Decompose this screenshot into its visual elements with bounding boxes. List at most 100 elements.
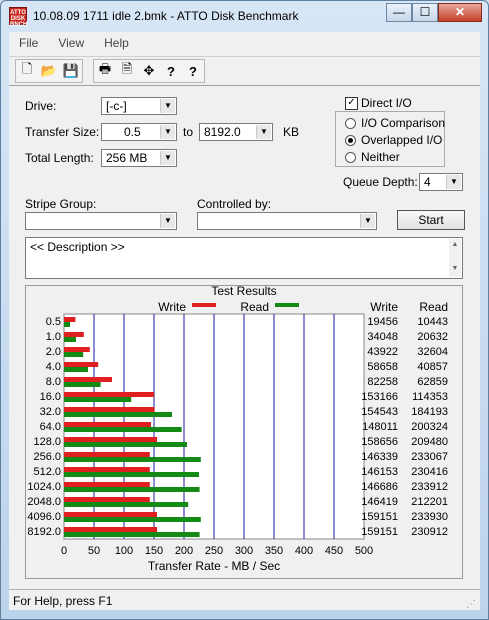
maximize-button[interactable]: ☐ (412, 3, 438, 22)
io-comparison-radio[interactable] (345, 118, 356, 129)
test-results-panel: Test Results Write Read Write Read 0 50 10… (25, 285, 463, 579)
transfer-size-from-select[interactable]: 0.5 ▼ (101, 123, 177, 141)
description-scrollbar[interactable]: ▲ ▼ (449, 239, 461, 277)
write-bar (64, 362, 99, 367)
read-bar (64, 502, 189, 507)
open-folder-icon[interactable]: 📂 (38, 60, 60, 82)
menu-view[interactable]: View (48, 32, 94, 54)
total-length-select[interactable]: 256 MB ▼ (101, 149, 177, 167)
write-value: 82258 (367, 376, 398, 388)
write-bar (64, 377, 112, 382)
x-tick-label: 300 (235, 545, 253, 557)
title-bar[interactable]: ATTO DISK BNCH 10.08.09 1711 idle 2.bmk - … (1, 1, 488, 31)
read-value: 184193 (411, 406, 448, 418)
read-value: 62859 (417, 376, 448, 388)
y-tick-label: 128.0 (33, 436, 61, 448)
total-length-label: Total Length: (25, 151, 94, 165)
y-tick-label: 16.0 (40, 391, 61, 403)
neither-radio[interactable] (345, 152, 356, 163)
transfer-size-to-value: 8192.0 (204, 125, 241, 139)
write-value: 159151 (361, 526, 398, 538)
menu-bar: File View Help (9, 32, 480, 54)
overlapped-io-label: Overlapped I/O (361, 133, 443, 147)
client-area: File View Help 🗋 📂 💾 🖶 🗎 ✥ ? ? Drive: [-… (9, 32, 480, 610)
save-icon[interactable]: 💾 (60, 60, 82, 82)
atto-app-icon[interactable]: ATTO DISK BNCH (9, 7, 27, 28)
transfer-size-to-select[interactable]: 8192.0 ▼ (199, 123, 273, 141)
drive-label: Drive: (25, 99, 57, 113)
chevron-down-icon[interactable]: ▼ (360, 214, 375, 228)
context-help-icon[interactable]: ? (182, 60, 204, 82)
legend-write-swatch (192, 303, 216, 307)
menu-file[interactable]: File (9, 32, 48, 54)
new-file-icon[interactable]: 🗋 (16, 60, 38, 82)
write-bar (64, 332, 84, 337)
print-icon[interactable]: 🖶 (94, 60, 116, 82)
legend-read-label: Read (240, 300, 269, 314)
read-bar (64, 472, 199, 477)
chevron-down-icon[interactable]: ▼ (160, 99, 175, 113)
drive-value: [-c-] (106, 99, 127, 113)
minimize-button[interactable]: — (386, 3, 412, 22)
transfer-size-label: Transfer Size: (25, 125, 100, 139)
write-bar (64, 317, 76, 322)
chevron-down-icon[interactable]: ▼ (446, 175, 461, 189)
x-tick-label: 200 (175, 545, 193, 557)
start-button[interactable]: Start (397, 210, 465, 230)
read-value: 233912 (411, 481, 448, 493)
y-tick-label: 2048.0 (27, 496, 61, 508)
queue-depth-value: 4 (424, 175, 431, 189)
total-length-value: 256 MB (106, 151, 148, 165)
chevron-down-icon[interactable]: ▼ (160, 125, 175, 139)
io-comparison-label: I/O Comparison (361, 116, 446, 130)
x-axis-label: Transfer Rate - MB / Sec (148, 559, 280, 573)
write-value: 148011 (362, 421, 398, 433)
read-bar (64, 382, 101, 387)
overlapped-io-radio[interactable] (345, 135, 356, 146)
write-value: 159151 (361, 511, 398, 523)
chevron-down-icon[interactable]: ▼ (160, 151, 175, 165)
resize-grip-icon[interactable]: ⋰ (466, 599, 476, 610)
write-bar (64, 512, 157, 517)
direct-io-checkbox[interactable]: ✓ (345, 97, 358, 110)
benchmark-panel: Drive: [-c-] ▼ Transfer Size: 0.5 ▼ to 8… (17, 87, 467, 603)
x-tick-label: 500 (355, 545, 373, 557)
legend-write-label: Write (158, 300, 186, 314)
unit-label: KB (283, 125, 300, 139)
read-bar (64, 487, 200, 492)
stripe-group-select[interactable]: ▼ (25, 212, 177, 230)
y-tick-label: 512.0 (33, 466, 61, 478)
write-value: 146419 (361, 496, 398, 508)
print-preview-icon[interactable]: 🗎 (116, 60, 138, 82)
y-tick-label: 8192.0 (27, 526, 61, 538)
x-tick-label: 0 (61, 545, 67, 557)
queue-depth-select[interactable]: 4 ▼ (419, 173, 463, 191)
write-bar (64, 392, 154, 397)
read-bar (64, 337, 76, 342)
read-value: 230912 (411, 526, 448, 538)
x-tick-label: 400 (295, 545, 313, 557)
move-icon[interactable]: ✥ (138, 60, 160, 82)
menu-help[interactable]: Help (94, 32, 139, 54)
read-value: 233067 (411, 451, 448, 463)
read-bar (64, 517, 201, 522)
y-tick-label: 256.0 (33, 451, 61, 463)
drive-select[interactable]: [-c-] ▼ (101, 97, 177, 115)
description-field[interactable]: << Description >> ▲ ▼ (25, 237, 463, 279)
write-value: 146339 (361, 451, 398, 463)
read-value: 233930 (411, 511, 448, 523)
read-value: 114353 (412, 391, 448, 403)
close-button[interactable]: ✕ (438, 3, 482, 22)
window-title: 10.08.09 1711 idle 2.bmk - ATTO Disk Ben… (33, 9, 299, 23)
chevron-down-icon[interactable]: ▼ (160, 214, 175, 228)
help-icon[interactable]: ? (160, 60, 182, 82)
read-bar (64, 532, 200, 537)
read-bar (64, 367, 88, 372)
write-value: 58658 (367, 361, 398, 373)
y-tick-label: 2.0 (46, 346, 61, 358)
controlled-by-select[interactable]: ▼ (197, 212, 377, 230)
read-bar (64, 457, 201, 462)
chevron-down-icon[interactable]: ▼ (256, 125, 271, 139)
read-bar (64, 427, 182, 432)
transfer-size-from-value: 0.5 (124, 125, 141, 139)
